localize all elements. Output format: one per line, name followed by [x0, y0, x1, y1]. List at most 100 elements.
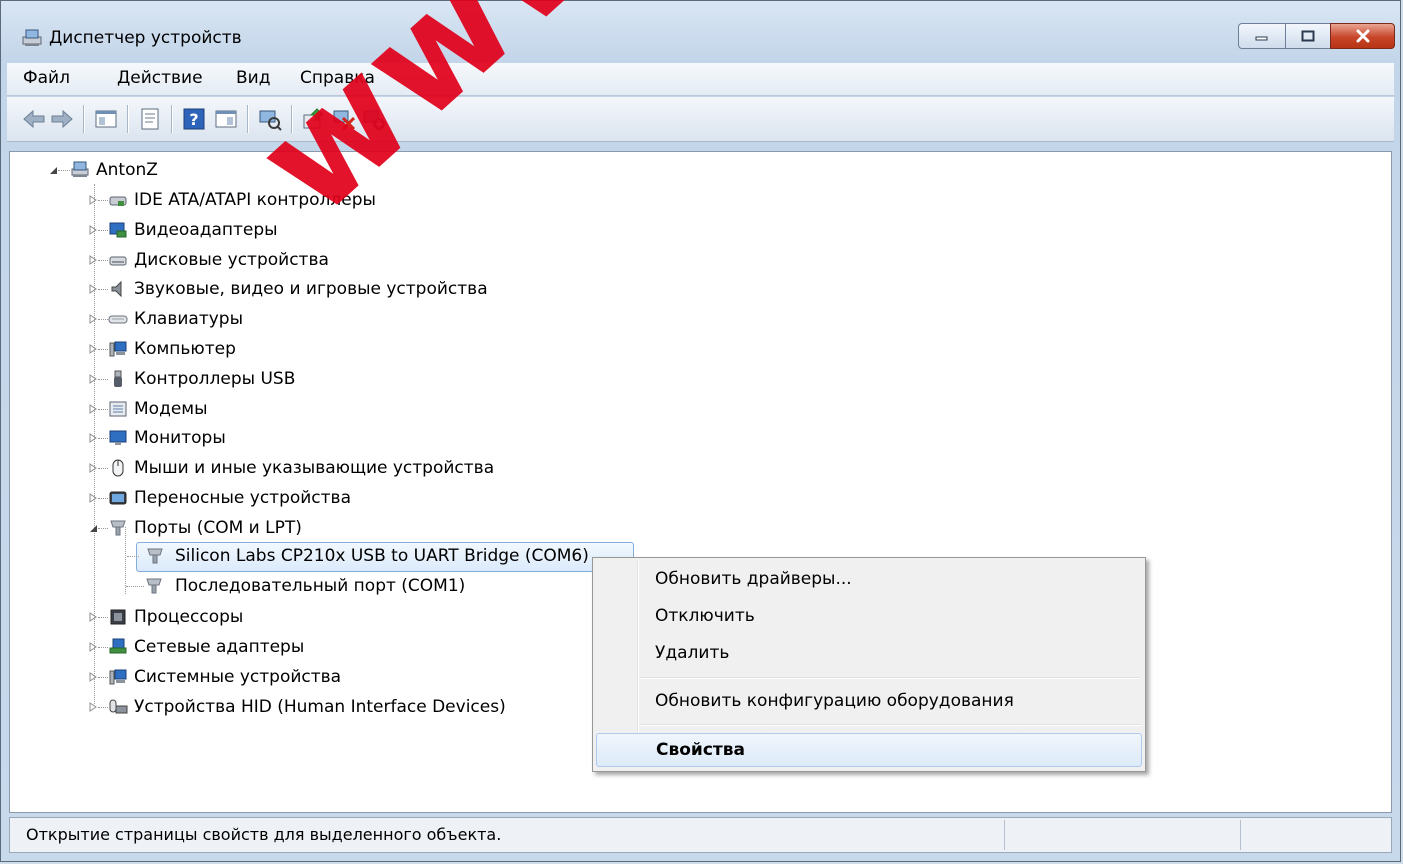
mouse-icon — [112, 459, 124, 477]
usb-icon — [114, 370, 122, 387]
scan-hardware-icon[interactable] — [257, 106, 283, 132]
status-separator — [1004, 820, 1005, 850]
computer-root-icon — [71, 161, 89, 177]
toolbar-separator — [247, 105, 248, 133]
ctx-disable[interactable]: Отключить — [596, 599, 1142, 633]
expand-arrow-icon[interactable] — [88, 224, 98, 235]
tree-connector — [98, 259, 108, 261]
tree-category-label: Компьютер — [134, 339, 236, 359]
monitor-icon — [109, 430, 127, 446]
expand-arrow-icon[interactable] — [88, 314, 98, 325]
minimize-button[interactable] — [1238, 23, 1286, 49]
network-adapter-icon — [109, 638, 127, 654]
tree-category-label: Клавиатуры — [134, 309, 244, 330]
close-icon — [1356, 29, 1369, 43]
status-text: Открытие страницы свойств для выделенног… — [26, 825, 502, 844]
device-manager-icon — [22, 29, 42, 46]
port-icon — [147, 548, 163, 564]
toolbar-separator — [291, 105, 292, 133]
tree-category-label: Процессоры — [134, 607, 244, 628]
tree-connector — [98, 498, 108, 499]
tree-connector — [98, 408, 108, 410]
tree-connector — [98, 706, 108, 708]
tree-connector — [98, 200, 108, 201]
tree-category-label: Дисковые устройства — [134, 249, 329, 270]
expand-arrow-icon[interactable] — [88, 701, 98, 712]
tree-connector — [98, 289, 108, 291]
tree-category-label: Системные устройства — [134, 666, 342, 687]
toolbar: ? — [7, 97, 1394, 142]
expand-arrow-icon[interactable] — [88, 373, 98, 384]
menu-help[interactable]: Справка — [300, 68, 375, 88]
tree-connector — [98, 349, 108, 350]
expand-arrow-icon[interactable] — [88, 284, 98, 295]
disk-drive-icon — [109, 256, 127, 266]
maximize-button[interactable] — [1285, 23, 1331, 49]
modem-icon — [109, 401, 127, 417]
uninstall-device-icon[interactable] — [361, 106, 387, 132]
tree-connector — [98, 468, 108, 470]
tree-root-label: AntonZ — [96, 160, 158, 180]
tree-connector — [58, 170, 70, 171]
update-driver-icon[interactable] — [301, 106, 327, 132]
properties-icon[interactable] — [137, 106, 163, 132]
svg-text:?: ? — [189, 110, 198, 129]
menu-file[interactable]: Файл — [23, 68, 70, 88]
device-row-cp210x[interactable]: Silicon Labs CP210x USB to UART Bridge (… — [127, 542, 634, 572]
expand-arrow-icon[interactable] — [88, 254, 98, 265]
tree-connector — [126, 586, 144, 587]
tree-category-label: Звуковые, видео и игровые устройства — [134, 279, 488, 300]
help-icon[interactable]: ? — [181, 106, 207, 132]
ctx-update-drivers[interactable]: Обновить драйверы... — [596, 562, 1142, 596]
window-title: Диспетчер устройств — [49, 28, 242, 48]
expand-arrow-icon[interactable] — [88, 195, 98, 205]
expand-arrow-icon[interactable] — [88, 463, 98, 474]
portable-device-icon — [109, 491, 127, 505]
show-hide-tree-icon[interactable] — [93, 106, 119, 132]
device-label-cp210x: Silicon Labs CP210x USB to UART Bridge (… — [175, 546, 589, 566]
title-bar[interactable]: Диспетчер устройств — [1, 1, 1400, 59]
device-label-com1: Последовательный порт (COM1) — [175, 576, 466, 596]
maximize-icon — [1301, 30, 1315, 42]
context-menu-separator — [639, 724, 1140, 725]
tree-category-label: Переносные устройства — [134, 488, 351, 508]
expand-arrow-icon[interactable] — [88, 671, 98, 682]
tree-category-label: Порты (COM и LPT) — [134, 517, 302, 538]
ctx-properties[interactable]: Свойства — [596, 733, 1142, 767]
toolbar-separator — [127, 105, 128, 133]
close-button[interactable] — [1330, 23, 1395, 49]
tree-category-label: Мониторы — [134, 428, 226, 449]
minimize-icon — [1255, 36, 1268, 41]
back-icon[interactable] — [21, 106, 47, 132]
expand-arrow-icon[interactable] — [88, 493, 98, 503]
collapse-arrow-icon[interactable] — [48, 165, 58, 175]
ctx-scan-hardware[interactable]: Обновить конфигурацию оборудования — [596, 684, 1142, 718]
expand-arrow-icon[interactable] — [88, 344, 98, 354]
action-pane-icon[interactable] — [213, 106, 239, 132]
port-icon — [146, 578, 162, 594]
context-menu: Обновить драйверы... Отключить Удалить О… — [592, 557, 1146, 772]
toolbar-separator — [171, 105, 172, 133]
expand-arrow-icon[interactable] — [88, 612, 98, 623]
menu-action[interactable]: Действие — [117, 68, 203, 88]
disable-device-icon[interactable] — [331, 106, 357, 132]
tree-category-label: Мыши и иные указывающие устройства — [134, 458, 495, 479]
tree-connector — [127, 556, 139, 557]
speaker-icon — [111, 281, 122, 298]
toolbar-separator — [83, 105, 84, 133]
collapse-arrow-icon[interactable] — [88, 523, 98, 533]
display-adapter-icon — [109, 222, 127, 238]
expand-arrow-icon[interactable] — [88, 433, 98, 444]
tree-category-label: Контроллеры USB — [134, 368, 296, 389]
tree-connector — [98, 617, 108, 619]
expand-arrow-icon[interactable] — [88, 642, 98, 652]
expand-arrow-icon[interactable] — [88, 403, 98, 414]
processor-icon — [110, 609, 126, 625]
tree-connector — [98, 378, 108, 380]
ctx-uninstall[interactable]: Удалить — [596, 636, 1142, 670]
menu-view[interactable]: Вид — [236, 68, 270, 88]
tree-category-label: IDE ATA/ATAPI контроллеры — [134, 190, 376, 210]
forward-icon[interactable] — [49, 106, 75, 132]
tree-connector — [98, 647, 108, 648]
status-separator — [1240, 820, 1241, 850]
